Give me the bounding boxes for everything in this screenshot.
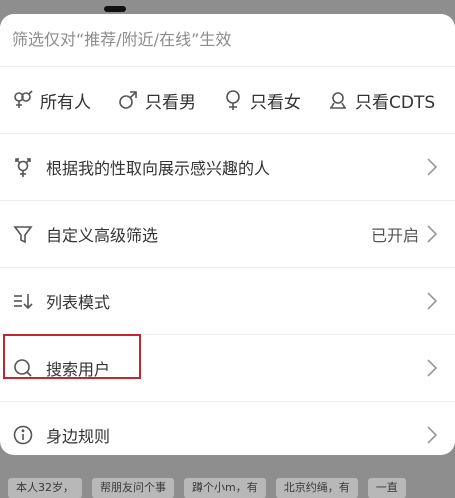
gender-option-label: 所有人 xyxy=(40,92,91,113)
background-chip: 帮朋友问个事 xyxy=(92,478,174,498)
chevron-right-icon xyxy=(427,158,438,176)
male-icon xyxy=(119,91,137,109)
chevron-right-icon xyxy=(427,292,438,310)
row-label: 列表模式 xyxy=(46,293,111,312)
row-label: 身边规则 xyxy=(46,427,111,446)
cdts-icon xyxy=(330,92,346,109)
list-sort-icon xyxy=(12,290,34,312)
row-label: 自定义高级筛选 xyxy=(46,226,159,245)
background-chip: 蹲个小m，有 xyxy=(184,478,266,498)
female-icon xyxy=(226,90,240,110)
background-chip: 本人32岁， xyxy=(8,478,82,498)
highlight-search-users xyxy=(3,334,141,379)
background-chip: 一直 xyxy=(367,478,406,498)
row-orientation-match[interactable]: 根据我的性取向展示感兴趣的人 xyxy=(0,134,455,201)
filter-sheet: 筛选仅对“推荐/附近/在线”生效 所有人 只看男 只看女 只看CDTS 根据我的… xyxy=(0,14,455,455)
gender-option-cdts[interactable]: 只看CDTS xyxy=(327,88,435,113)
gender-option-label: 只看男 xyxy=(145,92,196,113)
chevron-right-icon xyxy=(427,225,438,243)
filter-icon xyxy=(12,223,34,245)
all-genders-icon xyxy=(14,90,33,108)
row-label: 根据我的性取向展示感兴趣的人 xyxy=(46,159,271,178)
transgender-icon xyxy=(12,156,34,178)
advanced-filter-status: 已开启 xyxy=(370,226,419,245)
row-list-mode[interactable]: 列表模式 xyxy=(0,268,455,335)
gender-option-female[interactable]: 只看女 xyxy=(222,88,301,113)
status-bar-notch xyxy=(104,6,126,12)
filter-hint: 筛选仅对“推荐/附近/在线”生效 xyxy=(0,14,455,67)
gender-filter-row: 所有人 只看男 只看女 只看CDTS xyxy=(0,67,455,134)
gender-option-all[interactable]: 所有人 xyxy=(12,88,91,113)
gender-option-label: 只看CDTS xyxy=(355,92,436,113)
chevron-right-icon xyxy=(427,359,438,377)
background-chip: 北京约绳，有 xyxy=(275,478,358,498)
gender-option-label: 只看女 xyxy=(250,92,301,113)
gender-option-male[interactable]: 只看男 xyxy=(117,88,196,113)
info-icon xyxy=(12,424,34,446)
background-topic-chips: 本人32岁， 帮朋友问个事 蹲个小m，有 北京约绳，有 一直 xyxy=(0,478,455,498)
chevron-right-icon xyxy=(427,426,438,444)
row-advanced-filter[interactable]: 自定义高级筛选 已开启 xyxy=(0,201,455,268)
row-nearby-rules[interactable]: 身边规则 xyxy=(0,402,455,455)
